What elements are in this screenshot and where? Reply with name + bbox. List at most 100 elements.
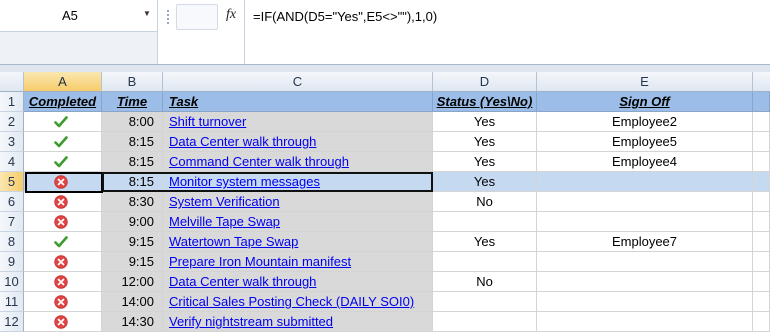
sign-off-cell[interactable] <box>537 252 753 272</box>
column-header-e[interactable]: E <box>537 72 753 92</box>
row-header[interactable]: 7 <box>0 212 24 232</box>
task-cell[interactable]: Shift turnover <box>163 112 433 132</box>
cell-f[interactable] <box>753 112 770 132</box>
task-link[interactable]: Critical Sales Posting Check (DAILY SOI0… <box>169 294 414 309</box>
time-cell[interactable]: 14:30 <box>102 312 163 332</box>
row-header[interactable]: 1 <box>0 92 24 112</box>
header-sign-off[interactable]: Sign Off <box>537 92 753 112</box>
sign-off-cell[interactable]: Employee7 <box>537 232 753 252</box>
completed-cell[interactable] <box>24 132 102 152</box>
cell-f[interactable] <box>753 312 770 332</box>
completed-cell[interactable] <box>24 312 102 332</box>
time-cell[interactable]: 8:15 <box>102 172 163 192</box>
cell-f[interactable] <box>753 252 770 272</box>
completed-cell[interactable] <box>24 172 102 192</box>
task-link[interactable]: Data Center walk through <box>169 274 316 289</box>
status-cell[interactable]: Yes <box>433 152 537 172</box>
task-cell[interactable]: System Verification <box>163 192 433 212</box>
header-task[interactable]: Task <box>163 92 433 112</box>
status-cell[interactable] <box>433 212 537 232</box>
completed-cell[interactable] <box>24 212 102 232</box>
status-cell[interactable] <box>433 252 537 272</box>
header-cell-f[interactable] <box>753 92 770 112</box>
row-header[interactable]: 5 <box>0 172 24 192</box>
row-header[interactable]: 12 <box>0 312 24 332</box>
cell-f[interactable] <box>753 152 770 172</box>
completed-cell[interactable] <box>24 252 102 272</box>
cell-f[interactable] <box>753 272 770 292</box>
function-button-frame[interactable] <box>176 4 218 30</box>
task-cell[interactable]: Monitor system messages <box>163 172 433 192</box>
task-cell[interactable]: Prepare Iron Mountain manifest <box>163 252 433 272</box>
cell-f[interactable] <box>753 292 770 312</box>
row-header[interactable]: 9 <box>0 252 24 272</box>
cell-f[interactable] <box>753 212 770 232</box>
row-header[interactable]: 10 <box>0 272 24 292</box>
task-link[interactable]: Shift turnover <box>169 114 246 129</box>
sign-off-cell[interactable]: Employee5 <box>537 132 753 152</box>
status-cell[interactable]: Yes <box>433 132 537 152</box>
cell-f[interactable] <box>753 172 770 192</box>
task-cell[interactable]: Data Center walk through <box>163 132 433 152</box>
task-cell[interactable]: Command Center walk through <box>163 152 433 172</box>
task-link[interactable]: Watertown Tape Swap <box>169 234 298 249</box>
task-cell[interactable]: Verify nightstream submitted <box>163 312 433 332</box>
completed-cell[interactable] <box>24 192 102 212</box>
row-header[interactable]: 6 <box>0 192 24 212</box>
task-cell[interactable]: Watertown Tape Swap <box>163 232 433 252</box>
time-cell[interactable]: 9:15 <box>102 252 163 272</box>
time-cell[interactable]: 8:15 <box>102 132 163 152</box>
column-header-d[interactable]: D <box>433 72 537 92</box>
status-cell[interactable] <box>433 292 537 312</box>
insert-function-icon[interactable]: fx <box>226 7 236 23</box>
column-header-f[interactable] <box>753 72 770 92</box>
completed-cell[interactable] <box>24 112 102 132</box>
time-cell[interactable]: 9:15 <box>102 232 163 252</box>
task-link[interactable]: Monitor system messages <box>169 174 320 189</box>
sign-off-cell[interactable] <box>537 172 753 192</box>
row-header[interactable]: 8 <box>0 232 24 252</box>
time-cell[interactable]: 8:15 <box>102 152 163 172</box>
completed-cell[interactable] <box>24 292 102 312</box>
row-header[interactable]: 4 <box>0 152 24 172</box>
status-cell[interactable]: Yes <box>433 172 537 192</box>
time-cell[interactable]: 8:00 <box>102 112 163 132</box>
sign-off-cell[interactable] <box>537 292 753 312</box>
time-cell[interactable]: 14:00 <box>102 292 163 312</box>
task-link[interactable]: Data Center walk through <box>169 134 316 149</box>
name-box[interactable]: A5 ▼ <box>0 0 158 32</box>
header-completed[interactable]: Completed <box>24 92 102 112</box>
status-cell[interactable]: Yes <box>433 232 537 252</box>
task-cell[interactable]: Data Center walk through <box>163 272 433 292</box>
task-cell[interactable]: Critical Sales Posting Check (DAILY SOI0… <box>163 292 433 312</box>
task-link[interactable]: Verify nightstream submitted <box>169 314 333 329</box>
task-link[interactable]: Command Center walk through <box>169 154 349 169</box>
row-header[interactable]: 3 <box>0 132 24 152</box>
column-header-a[interactable]: A <box>24 72 102 92</box>
cell-f[interactable] <box>753 192 770 212</box>
task-cell[interactable]: Melville Tape Swap <box>163 212 433 232</box>
status-cell[interactable]: No <box>433 272 537 292</box>
task-link[interactable]: Prepare Iron Mountain manifest <box>169 254 351 269</box>
row-header[interactable]: 2 <box>0 112 24 132</box>
completed-cell[interactable] <box>24 272 102 292</box>
cell-f[interactable] <box>753 132 770 152</box>
sign-off-cell[interactable] <box>537 212 753 232</box>
cell-f[interactable] <box>753 232 770 252</box>
formula-input[interactable]: =IF(AND(D5="Yes",E5<>""),1,0) <box>244 0 770 64</box>
formula-bar-separator[interactable] <box>0 64 770 72</box>
task-link[interactable]: Melville Tape Swap <box>169 214 280 229</box>
status-cell[interactable]: Yes <box>433 112 537 132</box>
status-cell[interactable]: No <box>433 192 537 212</box>
sign-off-cell[interactable] <box>537 192 753 212</box>
sign-off-cell[interactable] <box>537 272 753 292</box>
header-time[interactable]: Time <box>102 92 163 112</box>
sign-off-cell[interactable] <box>537 312 753 332</box>
row-header[interactable]: 11 <box>0 292 24 312</box>
column-header-b[interactable]: B <box>102 72 163 92</box>
time-cell[interactable]: 9:00 <box>102 212 163 232</box>
column-header-c[interactable]: C <box>163 72 433 92</box>
sign-off-cell[interactable]: Employee4 <box>537 152 753 172</box>
status-cell[interactable] <box>433 312 537 332</box>
task-link[interactable]: System Verification <box>169 194 280 209</box>
